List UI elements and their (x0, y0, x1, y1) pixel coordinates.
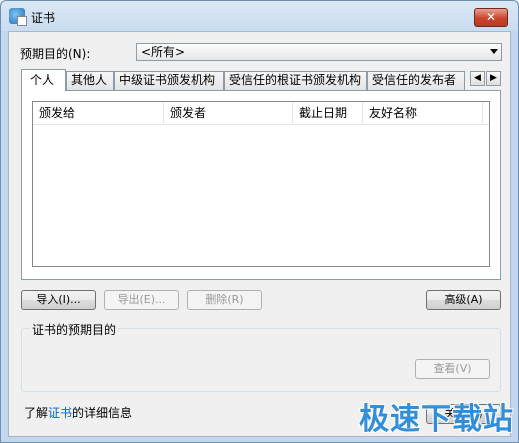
tab-other-people[interactable]: 其他人 (66, 71, 114, 90)
export-button[interactable]: 导出(E)... (104, 290, 179, 310)
group-title: 证书的预期目的 (30, 321, 119, 338)
tab-trusted-publishers[interactable]: 受信任的发布者 (367, 71, 465, 90)
tab-trusted-root-ca[interactable]: 受信任的根证书颁发机构 (224, 71, 367, 90)
learn-more-text: 了解证书的详细信息 (24, 404, 132, 421)
import-button[interactable]: 导入(I)... (21, 290, 96, 310)
list-header: 颁发给 颁发者 截止日期 友好名称 (33, 102, 489, 125)
certificate-icon (9, 8, 27, 26)
certificates-help-link[interactable]: 证书 (48, 406, 72, 420)
certificates-window: 证书 ✕ 预期目的(N): <所有> 个人 其他人 中级证书颁发机构 受信任的根… (0, 0, 519, 443)
tab-intermediate-ca[interactable]: 中级证书颁发机构 (114, 71, 224, 90)
learn-more-prefix: 了解 (24, 406, 49, 420)
column-issued-by[interactable]: 颁发者 (164, 102, 293, 124)
tab-personal[interactable]: 个人 (21, 69, 66, 91)
dialog-client: 预期目的(N): <所有> 个人 其他人 中级证书颁发机构 受信任的根证书颁发机… (8, 31, 511, 437)
column-expiration-date[interactable]: 截止日期 (293, 102, 363, 124)
column-friendly-name[interactable]: 友好名称 (363, 102, 483, 124)
view-button[interactable]: 查看(V) (415, 359, 490, 379)
remove-button[interactable]: 删除(R) (187, 290, 262, 310)
learn-more-suffix: 的详细信息 (72, 406, 133, 420)
tab-strip: 个人 其他人 中级证书颁发机构 受信任的根证书颁发机构 受信任的发布者 ◀ ▶ (21, 69, 501, 91)
intended-purposes-group: 证书的预期目的 查看(V) (21, 321, 501, 392)
title-bar: 证书 ✕ (1, 1, 518, 31)
close-window-button[interactable]: ✕ (474, 8, 508, 27)
tab-scroll-left-icon[interactable]: ◀ (470, 71, 485, 86)
tab-scroll-right-icon[interactable]: ▶ (486, 71, 501, 86)
advanced-button[interactable]: 高级(A) (426, 290, 501, 310)
window-title: 证书 (31, 11, 56, 25)
chevron-down-icon (490, 49, 498, 54)
certificate-list[interactable]: 颁发给 颁发者 截止日期 友好名称 (32, 101, 490, 267)
purpose-dropdown[interactable]: <所有> (136, 43, 502, 61)
tab-panel: 颁发给 颁发者 截止日期 友好名称 (21, 90, 501, 280)
purpose-label: 预期目的(N): (20, 47, 91, 61)
column-issued-to[interactable]: 颁发给 (33, 102, 164, 124)
purpose-selected-value: <所有> (141, 45, 186, 59)
watermark: 极速下载站 (359, 402, 514, 437)
